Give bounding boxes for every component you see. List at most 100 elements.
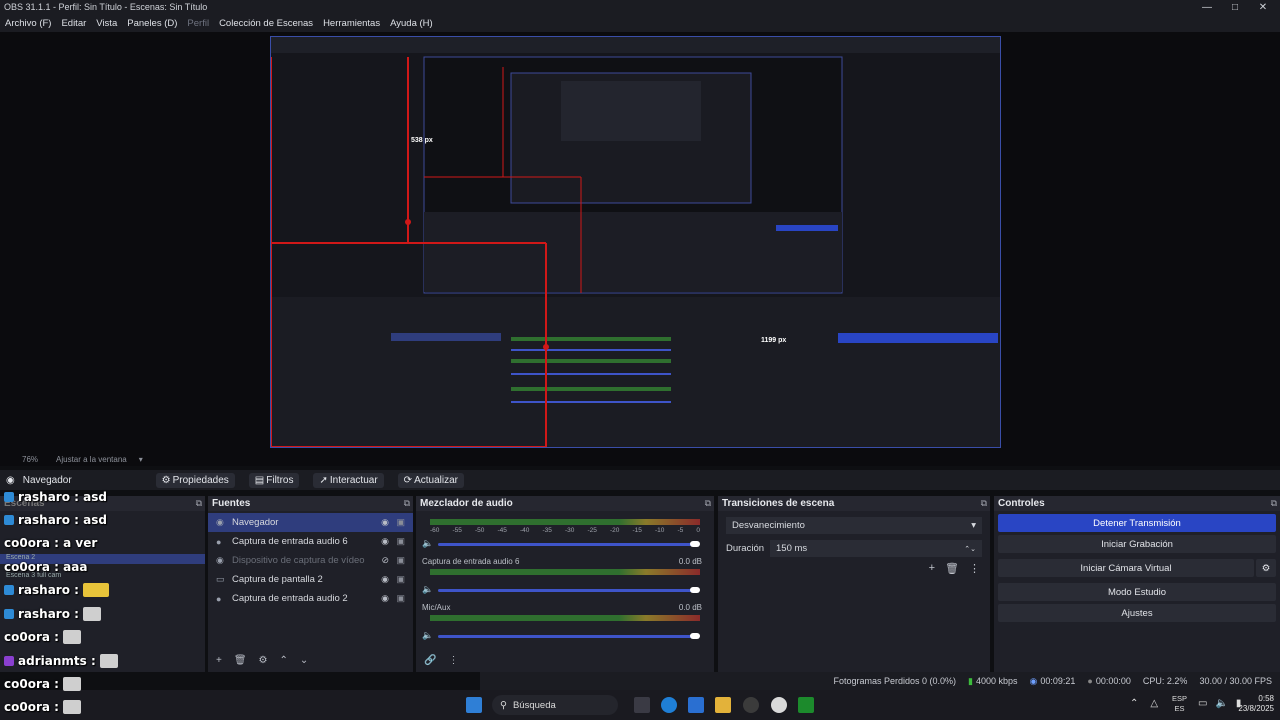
menu-edit[interactable]: Editar [56, 18, 91, 29]
volume-slider-handle[interactable] [690, 633, 700, 639]
file-explorer-icon[interactable] [715, 697, 731, 713]
studio-mode-button[interactable]: Modo Estudio [998, 583, 1276, 601]
interact-label: Interactuar [329, 474, 378, 486]
float-icon[interactable]: ⧉ [705, 498, 714, 509]
menu-help[interactable]: Ayuda (H) [385, 18, 438, 29]
microphone-icon: ● [216, 536, 222, 547]
lock-icon[interactable]: ▣ [396, 593, 405, 604]
menu-dots-icon[interactable]: ⋮ [969, 562, 980, 575]
menu-scene-collection[interactable]: Colección de Escenas [214, 18, 318, 29]
lock-icon[interactable]: ▣ [396, 555, 405, 566]
add-icon[interactable]: + [216, 655, 222, 666]
menu-profile[interactable]: Perfil [182, 18, 214, 29]
start-recording-button[interactable]: Iniciar Grabación [998, 535, 1276, 553]
windows-start-icon[interactable] [466, 697, 482, 713]
source-item-browser[interactable]: ◉ Navegador ◉ ▣ [208, 513, 413, 532]
network-icon[interactable]: △ [1150, 698, 1158, 709]
taskbar-search[interactable]: ⚲ Búsqueda [492, 695, 618, 715]
lock-icon[interactable]: ▣ [396, 517, 405, 528]
tick-label: -55 [452, 527, 462, 534]
interact-button[interactable]: ➚ Interactuar [313, 472, 384, 488]
volume-icon[interactable]: 🔈 [1215, 698, 1227, 709]
filters-button[interactable]: ▤ Filtros [248, 472, 300, 488]
chat-text: : asd [74, 513, 107, 527]
start-virtual-camera-button[interactable]: Iniciar Cámara Virtual [998, 559, 1254, 577]
transitions-title-bar: Transiciones de escena ⧉ [718, 496, 990, 511]
language-code: ESP [1172, 694, 1188, 703]
minimize-icon[interactable]: — [1192, 0, 1222, 14]
float-icon[interactable]: ⧉ [981, 498, 990, 509]
menu-bar: Archivo (F) Editar Vista Paneles (D) Per… [0, 14, 1280, 32]
gear-icon[interactable]: ⚙ [259, 655, 268, 666]
zoom-fit[interactable]: Ajustar a la ventana [56, 455, 127, 464]
chat-text: : [54, 630, 59, 644]
float-icon[interactable]: ⧉ [1271, 498, 1280, 509]
refresh-button[interactable]: ⟳ Actualizar [397, 472, 464, 488]
lock-icon[interactable]: ▣ [396, 574, 405, 585]
move-down-icon[interactable]: ⌄ [300, 655, 308, 666]
chevron-up-icon[interactable]: ⌃ [1130, 698, 1138, 709]
bitrate-value: 4000 kbps [975, 676, 1018, 686]
preview-canvas[interactable]: 538 px 1199 px [270, 36, 1001, 448]
move-up-icon[interactable]: ⌃ [280, 655, 288, 666]
duration-input[interactable]: 150 ms ⌃⌄ [770, 540, 982, 557]
language-indicator[interactable]: ESP ES [1172, 694, 1187, 714]
speaker-icon[interactable]: 🔈 [422, 538, 433, 549]
trash-icon[interactable]: 🗑 [945, 562, 959, 575]
terminal-icon[interactable] [798, 697, 814, 713]
eye-icon[interactable]: ◉ [381, 574, 389, 585]
transition-select[interactable]: Desvanecimiento ▾ [726, 517, 982, 534]
sources-title-bar: Fuentes ⧉ [208, 496, 413, 511]
virtual-camera-settings-button[interactable]: ⚙ [1256, 559, 1276, 577]
add-icon[interactable]: + [929, 562, 935, 575]
channel-db: 0.0 dB [678, 603, 702, 612]
controls-title-bar: Controles ⧉ [994, 496, 1280, 511]
chat-message: rasharo : asd [4, 513, 107, 527]
trash-icon[interactable]: 🗑 [234, 655, 247, 666]
volume-slider[interactable] [438, 589, 696, 592]
source-name: Navegador [232, 517, 279, 528]
menu-docks[interactable]: Paneles (D) [122, 18, 182, 29]
eye-icon[interactable]: ◉ [381, 517, 389, 528]
audio-mixer-dock: Mezclador de audio ⧉ -60 -55 -50 -45 -40 -35-… [416, 496, 714, 672]
menu-view[interactable]: Vista [91, 18, 122, 29]
monitor-icon[interactable]: ▭ [1198, 698, 1207, 709]
speaker-icon[interactable]: 🔈 [422, 584, 433, 595]
menu-file[interactable]: Archivo (F) [0, 18, 56, 29]
source-item-video-device[interactable]: ◉ Dispositivo de captura de vídeo ⊘ ▣ [208, 551, 413, 570]
zoom-level[interactable]: 76% [22, 455, 38, 464]
menu-tools[interactable]: Herramientas [318, 18, 385, 29]
tick-label: -40 [520, 527, 530, 534]
source-name: Captura de pantalla 2 [232, 574, 323, 585]
float-icon[interactable]: ⧉ [404, 498, 413, 509]
eye-hidden-icon[interactable]: ⊘ [381, 555, 389, 566]
volume-slider[interactable] [438, 543, 696, 546]
source-item-screen-2[interactable]: ▭ Captura de pantalla 2 ◉ ▣ [208, 570, 413, 589]
volume-slider-handle[interactable] [690, 587, 700, 593]
volume-slider[interactable] [438, 635, 696, 638]
link-icon[interactable]: 🔗 [424, 655, 436, 666]
edge-browser-icon[interactable] [661, 697, 677, 713]
settings-button[interactable]: Ajustes [998, 604, 1276, 622]
source-item-audio-6[interactable]: ● Captura de entrada audio 6 ◉ ▣ [208, 532, 413, 551]
volume-slider-handle[interactable] [690, 541, 700, 547]
eye-icon[interactable]: ◉ [381, 536, 389, 547]
lock-icon[interactable]: ▣ [396, 536, 405, 547]
tick-label: 0 [696, 527, 700, 534]
menu-dots-icon[interactable]: ⋮ [448, 655, 458, 666]
obs-icon[interactable] [743, 697, 759, 713]
duration-value: 150 ms [776, 543, 808, 554]
source-item-audio-2[interactable]: ● Captura de entrada audio 2 ◉ ▣ [208, 589, 413, 608]
media-player-icon[interactable] [771, 697, 787, 713]
zoom-dropdown-icon[interactable]: ▾ [139, 455, 143, 464]
taskbar-clock[interactable]: 0:58 23/8/2025 [1238, 694, 1274, 714]
speaker-icon[interactable]: 🔈 [422, 630, 433, 641]
chat-message: co0ora : [4, 630, 81, 644]
task-view-icon[interactable] [634, 697, 650, 713]
maximize-icon[interactable]: □ [1220, 0, 1250, 14]
stop-streaming-button[interactable]: Detener Transmisión [998, 514, 1276, 532]
close-icon[interactable]: ✕ [1248, 0, 1278, 14]
eye-icon[interactable]: ◉ [381, 593, 389, 604]
stepper-icon[interactable]: ⌃⌄ [964, 545, 976, 553]
store-icon[interactable] [688, 697, 704, 713]
